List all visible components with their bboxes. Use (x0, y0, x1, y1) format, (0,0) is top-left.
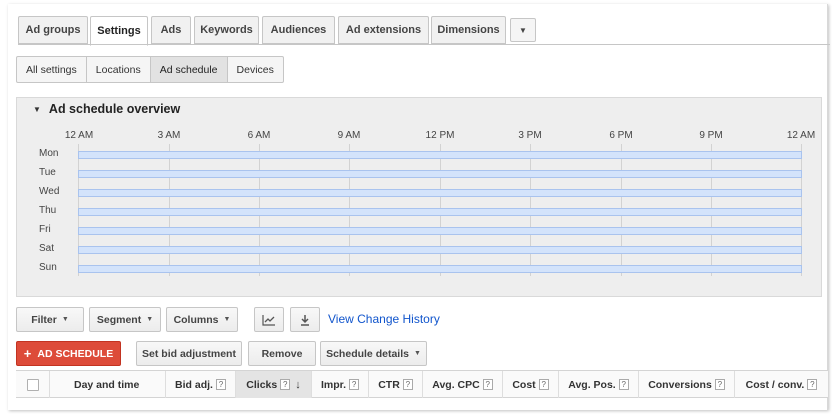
day-label: Wed (39, 186, 60, 197)
hour-label: 12 PM (425, 130, 455, 141)
hour-label: 9 PM (699, 130, 723, 141)
column-label: CTR (378, 378, 400, 391)
settings-subtabs: All settings Locations Ad schedule Devic… (16, 56, 284, 83)
day-label: Thu (39, 205, 57, 216)
day-label: Sun (39, 262, 57, 273)
column-cost[interactable]: Cost? (503, 371, 559, 398)
ad-schedule-overview: ▼ Ad schedule overview 12 AM 3 AM 6 AM 9… (16, 97, 822, 297)
help-icon[interactable]: ? (349, 379, 360, 390)
day-label: Mon (39, 148, 59, 159)
help-icon[interactable]: ? (618, 379, 629, 390)
help-icon[interactable]: ? (280, 379, 291, 390)
hour-label: 3 AM (157, 130, 181, 141)
day-label: Fri (39, 224, 51, 235)
column-label: Impr. (320, 378, 347, 391)
segment-label: Segment (96, 313, 142, 326)
hour-label: 12 AM (64, 130, 94, 141)
tab-ad-groups[interactable]: Ad groups (18, 16, 88, 44)
table-header: Day and time Bid adj.? Clicks? ↓ Impr.? … (16, 370, 828, 398)
schedule-bar-fri (78, 227, 802, 235)
schedule-bar-mon (78, 151, 802, 159)
help-icon[interactable]: ? (482, 379, 493, 390)
help-icon[interactable]: ? (215, 379, 226, 390)
chart-toggle-button[interactable] (254, 307, 284, 332)
overview-header[interactable]: ▼ Ad schedule overview (33, 102, 180, 116)
schedule-bar-wed (78, 189, 802, 197)
remove-button[interactable]: Remove (248, 341, 316, 366)
schedule-bar-sun (78, 265, 802, 273)
tabs-more-button[interactable]: ▼ (510, 18, 536, 42)
set-bid-adjustment-button[interactable]: Set bid adjustment (136, 341, 242, 366)
subtab-ad-schedule[interactable]: Ad schedule (150, 57, 228, 82)
help-icon[interactable]: ? (402, 379, 413, 390)
subtab-devices[interactable]: Devices (228, 57, 283, 82)
view-change-history-link[interactable]: View Change History (328, 312, 440, 326)
caret-down-icon: ▼ (519, 25, 527, 35)
help-icon[interactable]: ? (714, 379, 725, 390)
subtab-all-settings[interactable]: All settings (17, 57, 87, 82)
select-all-checkbox[interactable] (26, 378, 39, 391)
tab-ads[interactable]: Ads (151, 16, 191, 44)
filter-label: Filter (31, 313, 57, 326)
column-day-and-time[interactable]: Day and time (50, 371, 166, 398)
column-cost-per-conv[interactable]: Cost / conv.? (735, 371, 828, 398)
download-icon (301, 314, 309, 326)
column-label: Conversions (648, 378, 712, 391)
day-label: Tue (39, 167, 56, 178)
schedule-details-button[interactable]: Schedule details ▼ (320, 341, 427, 366)
hour-label: 6 AM (247, 130, 271, 141)
column-avg-cpc[interactable]: Avg. CPC? (423, 371, 503, 398)
segment-button[interactable]: Segment ▼ (89, 307, 161, 332)
arrow-down-icon: ↓ (295, 378, 301, 391)
columns-button[interactable]: Columns ▼ (166, 307, 238, 332)
tab-ad-extensions[interactable]: Ad extensions (338, 16, 429, 44)
overview-title: Ad schedule overview (48, 102, 181, 116)
hour-label: 9 AM (337, 130, 361, 141)
download-button[interactable] (290, 307, 320, 332)
column-label: Clicks (246, 378, 278, 391)
column-conversions[interactable]: Conversions? (639, 371, 735, 398)
add-ad-schedule-button[interactable]: + AD SCHEDULE (16, 341, 121, 366)
column-label: Cost (512, 378, 536, 391)
column-ctr[interactable]: CTR? (369, 371, 423, 398)
schedule-bar-thu (78, 208, 802, 216)
add-ad-schedule-label: AD SCHEDULE (37, 347, 114, 360)
plus-icon: + (23, 346, 32, 361)
schedule-details-label: Schedule details (326, 347, 409, 360)
column-label: Bid adj. (175, 378, 213, 391)
help-icon[interactable]: ? (538, 379, 549, 390)
column-clicks[interactable]: Clicks? ↓ (236, 371, 312, 398)
help-icon[interactable]: ? (807, 379, 818, 390)
column-avg-pos[interactable]: Avg. Pos.? (559, 371, 639, 398)
chevron-down-icon: ▼ (223, 316, 231, 323)
column-label: Avg. CPC (432, 378, 480, 391)
filter-button[interactable]: Filter ▼ (16, 307, 84, 332)
tabs-divider (18, 44, 830, 45)
tab-settings[interactable]: Settings (90, 16, 148, 46)
day-label: Sat (39, 243, 55, 254)
column-bid-adj[interactable]: Bid adj.? (166, 371, 236, 398)
select-all-cell (16, 371, 50, 398)
column-impr[interactable]: Impr.? (312, 371, 369, 398)
collapse-caret-icon: ▼ (33, 104, 41, 114)
hour-label: 3 PM (518, 130, 542, 141)
schedule-bar-tue (78, 170, 802, 178)
columns-label: Columns (173, 313, 219, 326)
tab-dimensions[interactable]: Dimensions (431, 16, 506, 44)
column-label: Cost / conv. (745, 378, 805, 391)
subtab-locations[interactable]: Locations (87, 57, 151, 82)
chevron-down-icon: ▼ (413, 350, 421, 357)
tab-keywords[interactable]: Keywords (194, 16, 259, 44)
line-chart-icon (262, 314, 275, 326)
window-frame: Ad groups Settings Ads Keywords Audience… (8, 4, 830, 410)
chevron-down-icon: ▼ (61, 316, 69, 323)
hour-label: 6 PM (609, 130, 633, 141)
column-label: Avg. Pos. (568, 378, 616, 391)
tab-audiences[interactable]: Audiences (262, 16, 335, 44)
schedule-bar-sat (78, 246, 802, 254)
column-label: Day and time (74, 378, 140, 391)
chevron-down-icon: ▼ (146, 316, 154, 323)
hour-label: 12 AM (786, 130, 816, 141)
